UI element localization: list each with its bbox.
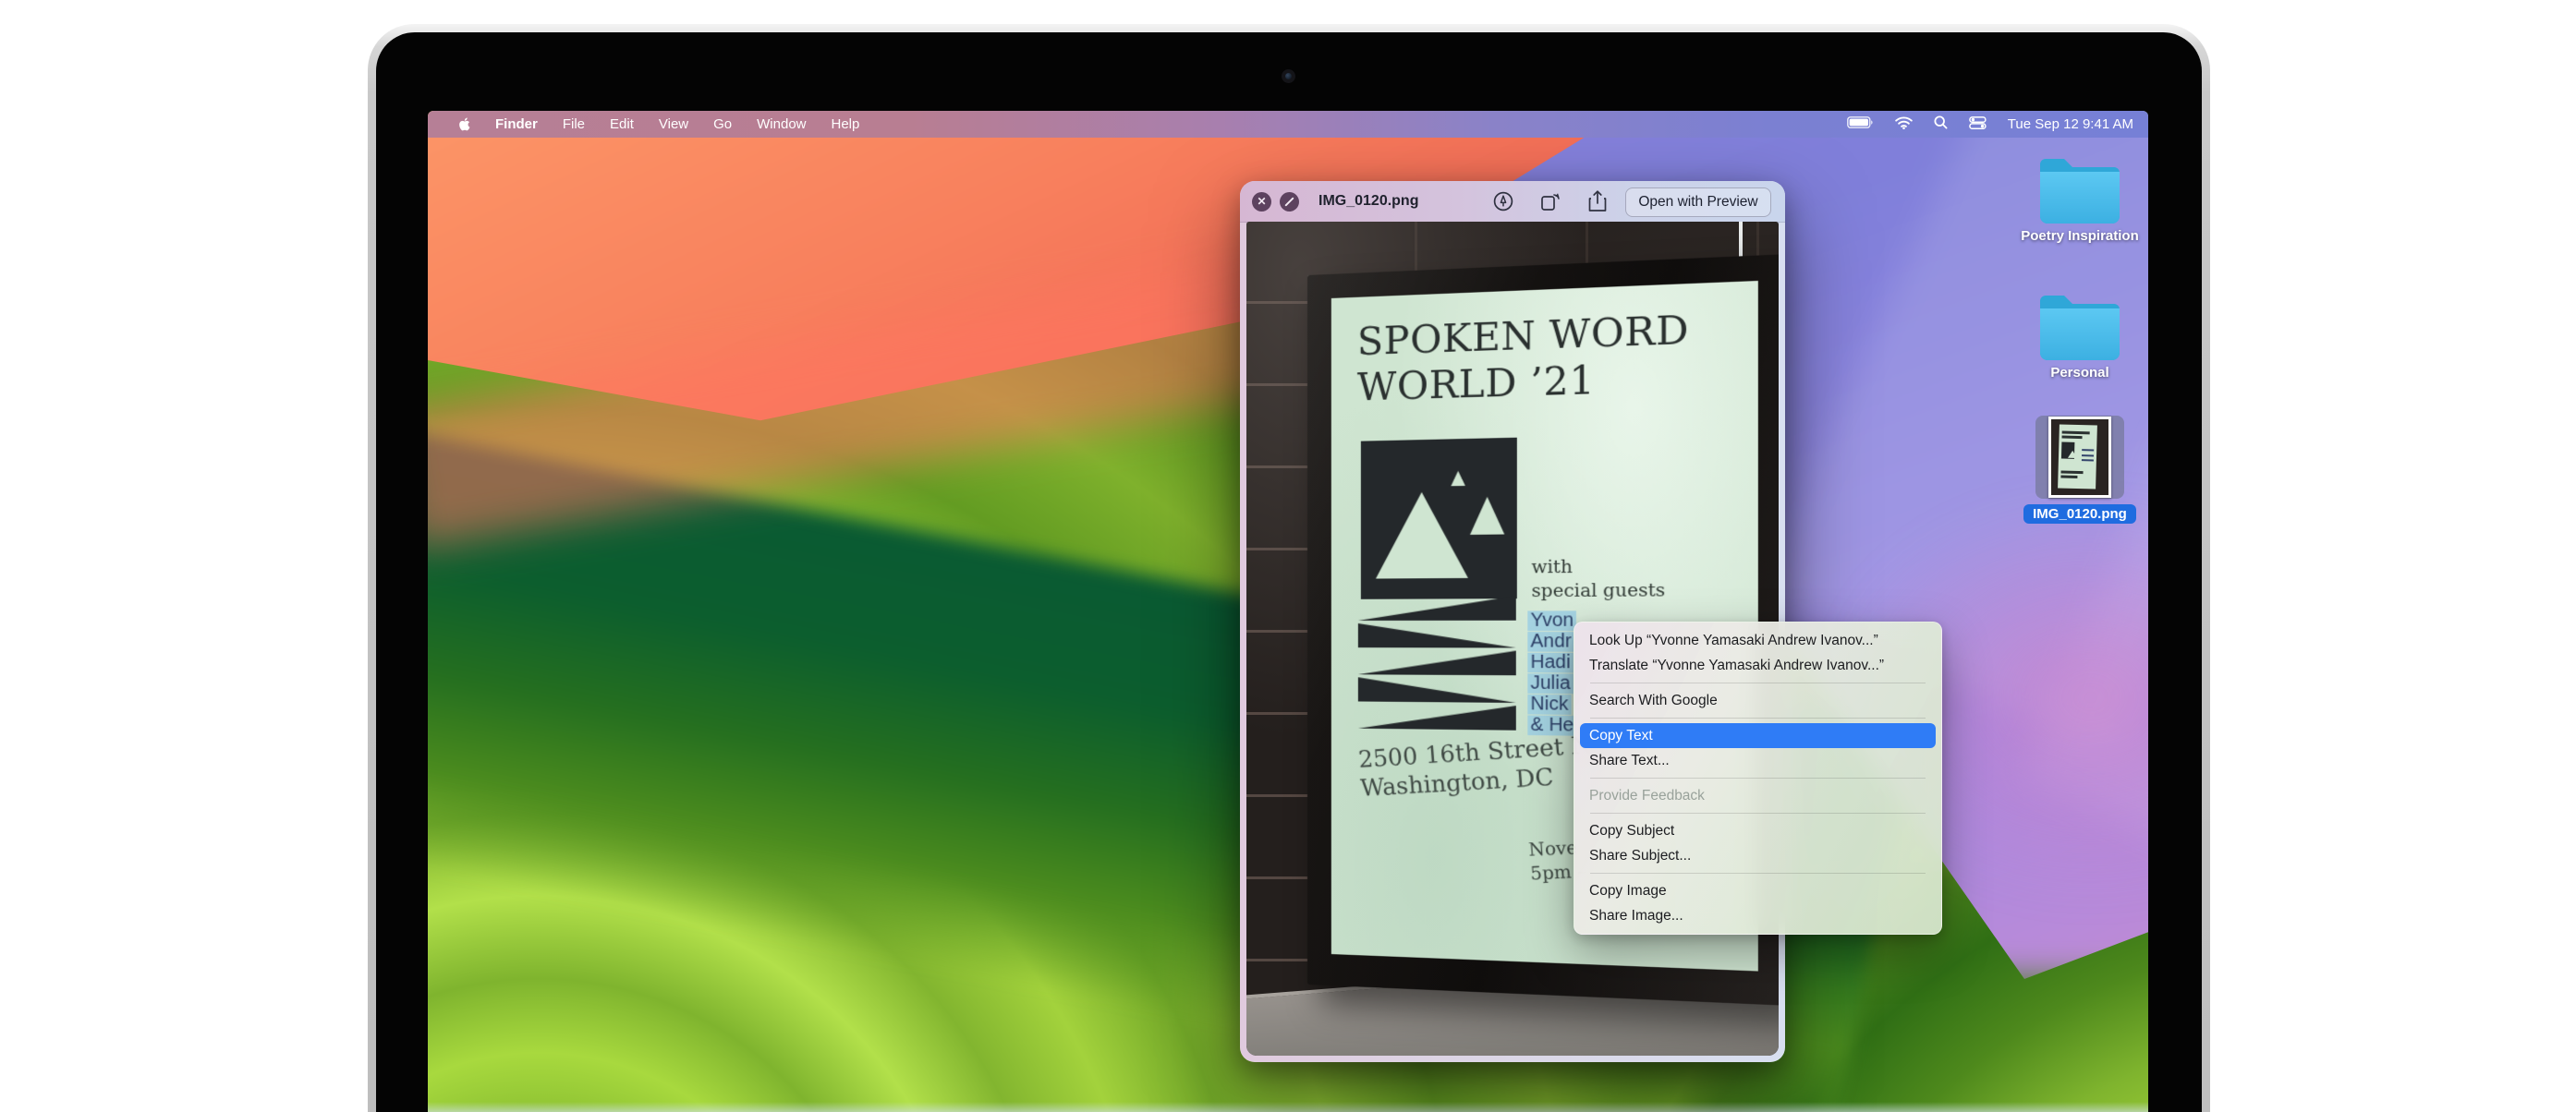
desktop-file-img-0120[interactable]: IMG_0120.png: [2008, 416, 2148, 524]
wifi-icon[interactable]: [1895, 116, 1913, 133]
menu-item-copy-subject[interactable]: Copy Subject: [1574, 818, 1941, 843]
camera-lens-icon: [1285, 73, 1292, 79]
menu-go[interactable]: Go: [713, 116, 732, 132]
folder-icon: [2036, 153, 2123, 224]
context-menu: Look Up “Yvonne Yamasaki Andrew Ivanov..…: [1574, 622, 1942, 935]
triangle-icon: [1451, 471, 1464, 487]
macbook-lid: Finder File Edit View Go Window Help: [368, 24, 2210, 1112]
menu-item-provide-feedback: Provide Feedback: [1574, 783, 1941, 808]
guest-name: Julia: [1527, 673, 1574, 694]
window-title: IMG_0120.png: [1318, 193, 1418, 210]
menu-item-search-with-google[interactable]: Search With Google: [1574, 688, 1941, 713]
guest-name: Yvon: [1527, 610, 1576, 631]
menu-edit[interactable]: Edit: [610, 116, 634, 132]
triangle-icon: [1470, 497, 1504, 535]
desktop-screen: Finder File Edit View Go Window Help: [428, 111, 2148, 1112]
share-button[interactable]: [1586, 189, 1610, 213]
poster-subtitle: with special guests: [1532, 555, 1666, 604]
desktop-folder-poetry-inspiration[interactable]: Poetry Inspiration: [2008, 153, 2148, 244]
image-file-thumbnail: [2048, 417, 2111, 498]
guest-name: Nick: [1527, 695, 1571, 715]
quick-look-titlebar: ✕ IMG_0120.png: [1240, 181, 1785, 223]
page: Finder File Edit View Go Window Help: [0, 0, 2576, 1112]
poster-title-line2: WORLD ’21: [1357, 355, 1689, 411]
menu-separator: [1590, 873, 1926, 874]
poster-title: SPOKEN WORD WORLD ’21: [1357, 307, 1689, 410]
rotate-icon: [1538, 190, 1562, 212]
desktop-folder-personal[interactable]: Personal: [2008, 290, 2148, 381]
menu-item-share-image[interactable]: Share Image...: [1574, 903, 1941, 928]
menu-help[interactable]: Help: [832, 116, 860, 132]
menu-item-share-subject[interactable]: Share Subject...: [1574, 843, 1941, 868]
menu-separator: [1590, 718, 1926, 719]
folder-label: Personal: [2050, 365, 2108, 381]
menu-bar-clock[interactable]: Tue Sep 12 9:41 AM: [2008, 116, 2133, 132]
menu-item-translate[interactable]: Translate “Yvonne Yamasaki Andrew Ivanov…: [1574, 653, 1941, 678]
menu-window[interactable]: Window: [757, 116, 806, 132]
facetime-camera: [1282, 69, 1295, 83]
close-icon: ✕: [1257, 195, 1266, 208]
markup-icon: [1492, 190, 1514, 212]
poster-graphic-square: [1361, 438, 1517, 599]
menu-file[interactable]: File: [563, 116, 585, 132]
deck-reflection: [428, 1102, 2148, 1112]
menu-item-share-text[interactable]: Share Text...: [1574, 748, 1941, 773]
guest-name: Hadi: [1527, 653, 1574, 673]
menu-separator: [1590, 813, 1926, 814]
battery-icon[interactable]: [1847, 116, 1874, 132]
menu-item-copy-text[interactable]: Copy Text: [1580, 723, 1936, 748]
markup-button[interactable]: [1491, 189, 1515, 213]
poster-graphic-tree: [1358, 596, 1516, 738]
file-label-selected: IMG_0120.png: [2023, 504, 2136, 524]
apple-logo-icon: [457, 115, 473, 134]
guest-name: Andr: [1527, 632, 1574, 652]
menu-view[interactable]: View: [659, 116, 688, 132]
menu-bar-status: Tue Sep 12 9:41 AM: [1847, 115, 2148, 133]
folder-label: Poetry Inspiration: [2021, 228, 2139, 244]
poster-subtitle-line1: with: [1532, 555, 1666, 580]
selection-highlight: [2035, 416, 2124, 499]
poster-subtitle-line2: special guests: [1532, 579, 1666, 604]
close-button[interactable]: ✕: [1252, 192, 1271, 212]
menu-bar: Finder File Edit View Go Window Help: [428, 111, 2148, 138]
menu-bar-left: Finder File Edit View Go Window Help: [428, 115, 859, 134]
poster-guest-list-selected-text: Yvon Andr Hadi Julia Nick & He: [1527, 610, 1576, 736]
rotate-button[interactable]: [1538, 189, 1562, 213]
slash-button[interactable]: [1280, 192, 1299, 212]
triangle-icon: [1376, 491, 1468, 578]
thumbnail-photo: [2051, 419, 2108, 495]
menu-separator: [1590, 778, 1926, 779]
share-icon: [1587, 189, 1608, 213]
menu-item-copy-image[interactable]: Copy Image: [1574, 878, 1941, 903]
open-with-preview-button[interactable]: Open with Preview: [1625, 187, 1771, 217]
slash-icon: [1284, 197, 1294, 207]
spotlight-search-icon[interactable]: [1934, 115, 1948, 133]
thumbnail-poster: [2058, 424, 2097, 489]
menu-item-look-up[interactable]: Look Up “Yvonne Yamasaki Andrew Ivanov..…: [1574, 628, 1941, 653]
apple-menu[interactable]: [457, 115, 473, 134]
folder-icon: [2036, 290, 2123, 360]
control-center-icon[interactable]: [1969, 116, 1987, 133]
menu-finder[interactable]: Finder: [495, 116, 538, 132]
